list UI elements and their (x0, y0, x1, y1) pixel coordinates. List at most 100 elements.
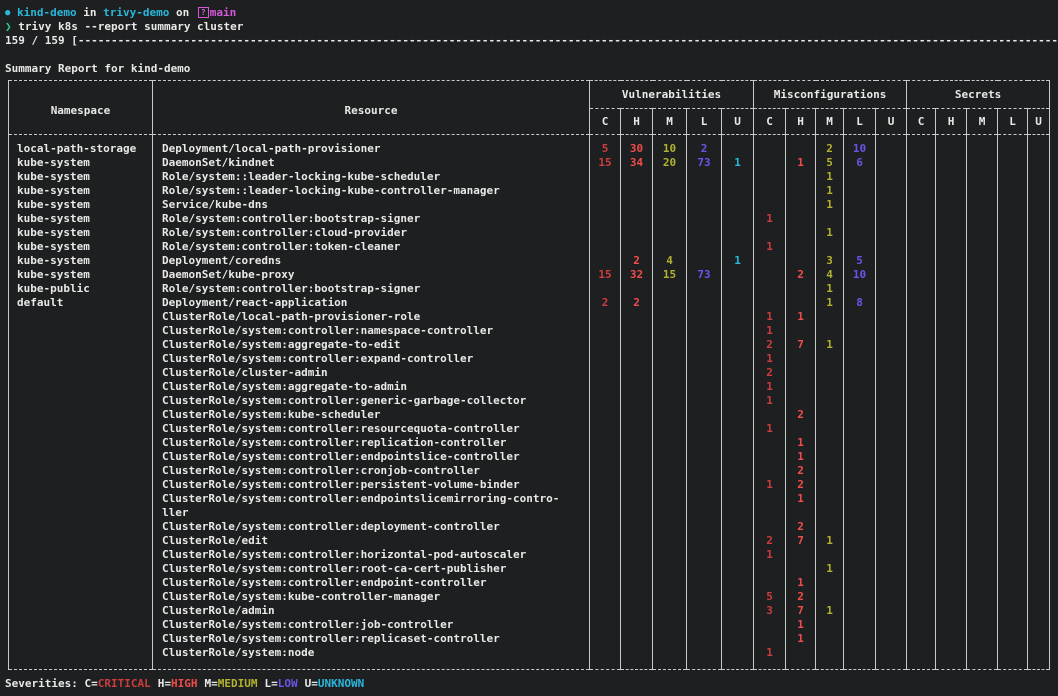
secrets-count-cell (998, 548, 1028, 562)
secrets-count-cell (936, 310, 967, 324)
secrets-count-cell (1028, 576, 1050, 590)
vuln-count-cell (722, 520, 754, 534)
blank-line (0, 48, 1058, 62)
table-row: ClusterRole/system:controller:replicaset… (9, 632, 1050, 646)
misconfig-count-cell: 2 (786, 408, 816, 422)
vuln-count-cell (722, 366, 754, 380)
misconfig-count-cell (754, 296, 786, 310)
command-text: trivy k8s --report summary cluster (18, 20, 243, 33)
vuln-count-cell (722, 464, 754, 478)
secrets-count-cell (998, 436, 1028, 450)
secrets-count-cell (907, 184, 936, 198)
misconfig-count-cell (754, 492, 786, 520)
secrets-count-cell (907, 366, 936, 380)
vuln-count-cell (621, 282, 653, 296)
misconfig-count-cell: 1 (786, 618, 816, 632)
vuln-count-cell (722, 324, 754, 338)
legend-severity-name: MEDIUM (218, 677, 258, 690)
vuln-count-cell (621, 478, 653, 492)
legend-severity-name: UNKNOWN (318, 677, 364, 690)
secrets-count-cell (967, 408, 998, 422)
namespace-cell (9, 422, 153, 436)
misconfig-count-cell (844, 380, 876, 394)
misconfig-count-cell (754, 170, 786, 184)
vuln-count-cell (590, 352, 621, 366)
misconfig-count-cell: 1 (816, 170, 844, 184)
resource-column-header: Resource (153, 81, 590, 135)
vuln-count-cell (653, 408, 687, 422)
resource-cell: ClusterRole/local-path-provisioner-role (153, 310, 590, 324)
vuln-count-cell (621, 492, 653, 520)
secrets-count-cell (967, 422, 998, 436)
secrets-count-cell (1028, 436, 1050, 450)
misconfig-count-cell (786, 170, 816, 184)
secrets-count-cell (1028, 646, 1050, 670)
misconfig-count-cell: 1 (816, 604, 844, 618)
vuln-count-cell (687, 226, 722, 240)
misconfig-count-cell: 3 (754, 604, 786, 618)
prompt-chevron-icon: ❯ (5, 20, 12, 33)
secrets-group-header: Secrets (907, 81, 1050, 109)
secrets-count-cell (998, 618, 1028, 632)
vuln-count-cell: 20 (653, 156, 687, 170)
secrets-count-cell (1028, 296, 1050, 310)
secrets-count-cell (967, 534, 998, 548)
severity-column-header: L (998, 109, 1028, 135)
secrets-count-cell (936, 576, 967, 590)
vuln-count-cell (653, 548, 687, 562)
misconfig-count-cell (786, 548, 816, 562)
misconfig-count-cell (876, 450, 907, 464)
resource-cell: ClusterRole/system:controller:replicatio… (153, 436, 590, 450)
secrets-count-cell (907, 408, 936, 422)
namespace-cell (9, 366, 153, 380)
secrets-count-cell (967, 254, 998, 268)
vuln-count-cell (722, 408, 754, 422)
vuln-count-cell (722, 534, 754, 548)
misconfig-count-cell: 1 (816, 562, 844, 576)
secrets-count-cell (936, 408, 967, 422)
misconfig-count-cell (754, 436, 786, 450)
table-row: local-path-storageDeployment/local-path-… (9, 135, 1050, 157)
misconfig-count-cell (786, 135, 816, 157)
misconfig-count-cell: 5 (754, 590, 786, 604)
table-row: kube-publicRole/system:controller:bootst… (9, 282, 1050, 296)
misconfig-count-cell: 2 (786, 464, 816, 478)
secrets-count-cell (967, 268, 998, 282)
misconfig-count-cell (844, 576, 876, 590)
vuln-count-cell (653, 436, 687, 450)
vuln-count-cell (653, 478, 687, 492)
misconfig-count-cell (754, 632, 786, 646)
misconfig-count-cell (754, 184, 786, 198)
resource-cell: Service/kube-dns (153, 198, 590, 212)
secrets-count-cell (1028, 534, 1050, 548)
vuln-count-cell (621, 408, 653, 422)
misconfig-count-cell (844, 534, 876, 548)
misconfig-count-cell: 1 (786, 436, 816, 450)
vuln-count-cell (653, 170, 687, 184)
legend-entry: U=UNKNOWN (305, 677, 365, 690)
table-row: kube-systemRole/system::leader-locking-k… (9, 184, 1050, 198)
vuln-count-cell (621, 380, 653, 394)
vuln-count-cell (722, 135, 754, 157)
severity-column-header: M (816, 109, 844, 135)
misconfig-count-cell (876, 422, 907, 436)
status-dot-icon: ● (5, 8, 10, 18)
resource-cell: ClusterRole/system:aggregate-to-edit (153, 338, 590, 352)
misconfig-count-cell: 1 (754, 324, 786, 338)
namespace-cell (9, 520, 153, 534)
vuln-count-cell (590, 604, 621, 618)
secrets-count-cell (936, 212, 967, 226)
vuln-count-cell (590, 520, 621, 534)
secrets-count-cell (967, 646, 998, 670)
secrets-count-cell (1028, 184, 1050, 198)
table-row: ClusterRole/system:controller:cronjob-co… (9, 464, 1050, 478)
vuln-count-cell (621, 646, 653, 670)
vuln-count-cell (687, 534, 722, 548)
table-row: ClusterRole/system:controller:endpointsl… (9, 492, 1050, 520)
namespace-cell (9, 394, 153, 408)
secrets-count-cell (936, 324, 967, 338)
legend-severity-name: HIGH (171, 677, 198, 690)
misconfig-count-cell (816, 618, 844, 632)
secrets-count-cell (936, 170, 967, 184)
table-row: ClusterRole/system:controller:replicatio… (9, 436, 1050, 450)
